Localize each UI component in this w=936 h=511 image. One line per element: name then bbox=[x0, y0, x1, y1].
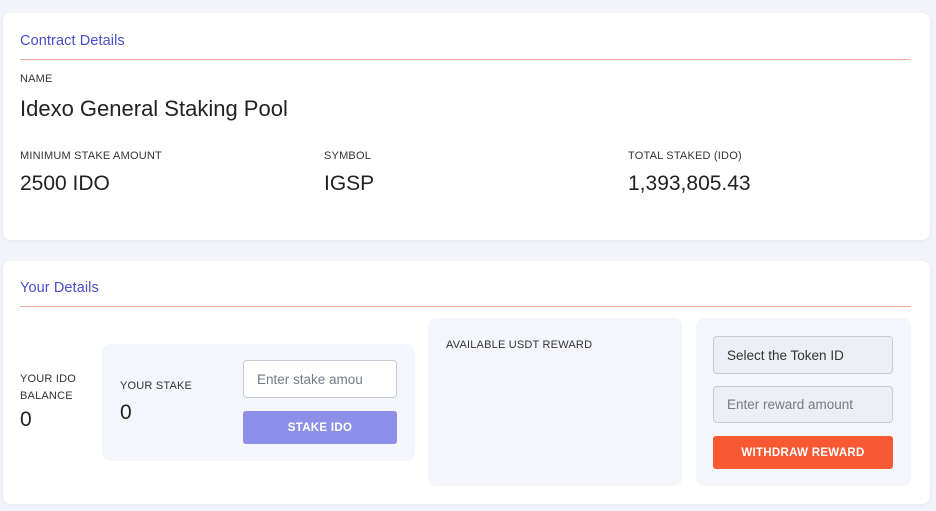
withdraw-reward-button[interactable]: WITHDRAW REWARD bbox=[713, 436, 893, 469]
withdraw-panel: Select the Token ID WITHDRAW REWARD bbox=[696, 318, 911, 486]
stake-ido-button[interactable]: STAKE IDO bbox=[243, 411, 397, 444]
your-details-title: Your Details bbox=[20, 280, 99, 296]
min-stake-value: 2500 IDO bbox=[20, 172, 110, 195]
name-value: Idexo General Staking Pool bbox=[20, 96, 288, 121]
min-stake-label: MINIMUM STAKE AMOUNT bbox=[20, 150, 162, 162]
total-staked-value: 1,393,805.43 bbox=[628, 172, 751, 195]
reward-amount-input[interactable] bbox=[713, 386, 893, 423]
contract-details-title: Contract Details bbox=[20, 33, 125, 49]
your-stake-label: YOUR STAKE bbox=[120, 380, 193, 392]
total-staked-label: TOTAL STAKED (IDO) bbox=[628, 150, 742, 162]
your-stake-value: 0 bbox=[120, 401, 132, 424]
ido-balance-label-line1: YOUR IDO bbox=[20, 373, 76, 385]
stake-amount-input[interactable] bbox=[243, 360, 397, 398]
symbol-value: IGSP bbox=[324, 172, 375, 195]
reward-panel: AVAILABLE USDT REWARD bbox=[428, 318, 682, 486]
contract-details-divider bbox=[20, 59, 911, 60]
your-details-card: Your Details YOUR IDO BALANCE 0 YOUR STA… bbox=[3, 261, 930, 504]
available-reward-label: AVAILABLE USDT REWARD bbox=[446, 339, 593, 351]
token-id-select[interactable]: Select the Token ID bbox=[713, 336, 893, 374]
your-details-divider bbox=[20, 306, 911, 307]
symbol-label: SYMBOL bbox=[324, 150, 372, 162]
ido-balance-label-line2: BALANCE bbox=[20, 390, 73, 402]
ido-balance-label: YOUR IDO BALANCE bbox=[20, 371, 76, 405]
stake-panel: YOUR STAKE 0 STAKE IDO bbox=[102, 344, 415, 461]
ido-balance-value: 0 bbox=[20, 408, 32, 431]
name-label: NAME bbox=[20, 73, 53, 85]
contract-details-card: Contract Details NAME Idexo General Stak… bbox=[3, 13, 930, 240]
